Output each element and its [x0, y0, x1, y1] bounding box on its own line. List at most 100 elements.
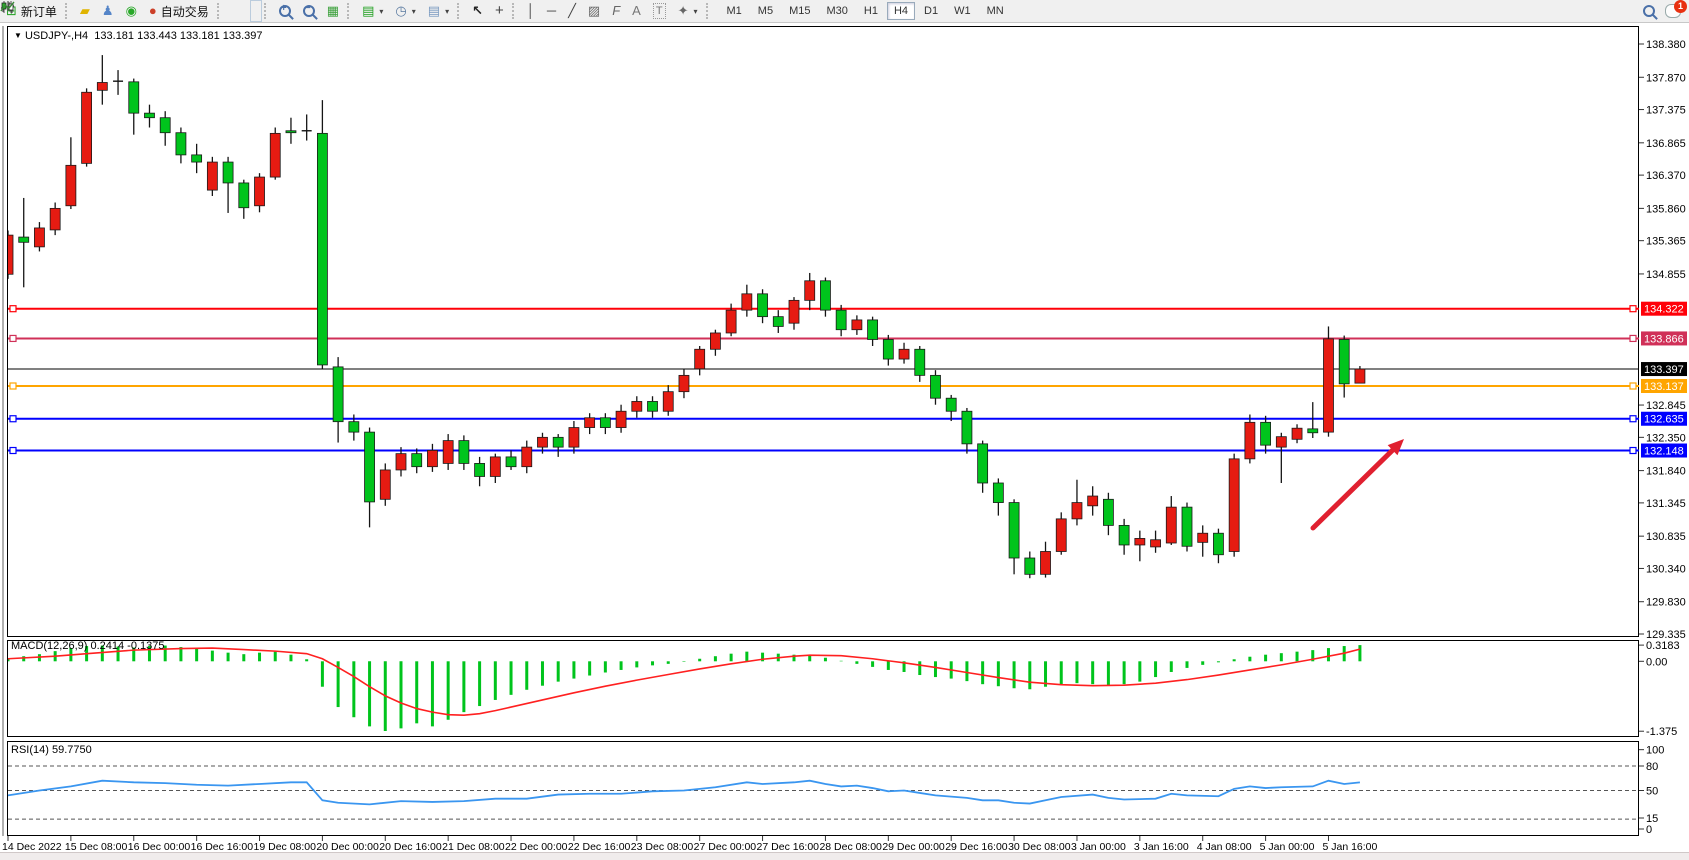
- chart-title: ▼ USDJPY-,H4 133.181 133.443 133.181 133…: [14, 30, 263, 42]
- candle-body-up: [522, 447, 532, 467]
- price-axis-label: 138.380: [1646, 39, 1686, 51]
- rsi-axis-label: 80: [1646, 761, 1658, 773]
- candle-body-down: [962, 411, 972, 444]
- price-axis-label: 137.375: [1646, 105, 1686, 117]
- highlight-button[interactable]: ▰: [74, 0, 96, 22]
- price-axis-label: 132.350: [1646, 432, 1686, 444]
- timeframe-button-M1[interactable]: M1: [720, 2, 749, 20]
- hline-handle[interactable]: [1630, 306, 1636, 312]
- new-chart-button[interactable]: ▤ ▾: [356, 0, 389, 22]
- zoom-in-button[interactable]: [273, 0, 297, 22]
- hline-handle[interactable]: [1630, 383, 1636, 389]
- line-chart-button[interactable]: [250, 0, 262, 22]
- timeframe-button-W1[interactable]: W1: [947, 2, 978, 20]
- hline-handle[interactable]: [10, 306, 16, 312]
- zoom-in-icon: [279, 5, 291, 17]
- text-label-icon: T: [653, 3, 666, 19]
- candle-body-down: [600, 418, 610, 428]
- toolbar: ⊞ 新订单 ▰ ♟ ◉ ● 自动交易 ▦: [0, 0, 1689, 23]
- price-axis-label: 130.835: [1646, 531, 1686, 543]
- crosshair-icon: +: [495, 4, 504, 18]
- hline-handle[interactable]: [1630, 448, 1636, 454]
- hline-handle[interactable]: [10, 448, 16, 454]
- hline-handle[interactable]: [1630, 335, 1636, 341]
- candle-body-down: [1261, 422, 1271, 445]
- timeframe-button-M30[interactable]: M30: [819, 2, 854, 20]
- hline-handle[interactable]: [10, 383, 16, 389]
- channel-tool-button[interactable]: ▨: [582, 0, 606, 22]
- candle-body-down: [1308, 429, 1318, 433]
- candle-body-up: [3, 235, 13, 274]
- vline-tool-button[interactable]: │: [521, 0, 541, 22]
- vertical-line-icon: │: [527, 4, 535, 18]
- candle-body-down: [1182, 507, 1192, 546]
- dropdown-icon: ▾: [379, 7, 383, 16]
- candle-body-down: [286, 131, 296, 133]
- hline-tool-button[interactable]: ─: [541, 0, 562, 22]
- candle-body-up: [255, 177, 265, 206]
- text-icon: A: [632, 4, 641, 18]
- candle-body-up: [50, 208, 60, 230]
- autotrade-button[interactable]: ● 自动交易: [143, 0, 215, 22]
- candle-body-up: [34, 228, 44, 247]
- price-tag-value: 132.635: [1644, 414, 1684, 426]
- candle-body-up: [1229, 459, 1239, 552]
- trendline-tool-button[interactable]: ╱: [562, 0, 582, 22]
- price-axis-label: 130.340: [1646, 563, 1686, 575]
- timeframe-button-M15[interactable]: M15: [782, 2, 817, 20]
- autotrade-icon: ●: [149, 4, 157, 18]
- candle-body-up: [1292, 428, 1302, 439]
- timeframe-toolbar: M1M5M15M30H1H4D1W1MN: [719, 2, 1012, 20]
- chart-dropdown-icon[interactable]: ▼: [14, 31, 22, 40]
- candle-body-down: [144, 113, 154, 118]
- zoom-out-button[interactable]: [297, 0, 321, 22]
- candle-body-up: [663, 392, 673, 412]
- price-axis-label: 136.370: [1646, 170, 1686, 182]
- period-button[interactable]: ◷ ▾: [389, 0, 421, 22]
- text-label-tool-button[interactable]: T: [647, 0, 672, 22]
- candle-chart-button[interactable]: [238, 0, 250, 22]
- candle-body-up: [1041, 551, 1051, 574]
- hline-handle[interactable]: [10, 335, 16, 341]
- timeframe-button-H4[interactable]: H4: [887, 2, 915, 20]
- hline-handle[interactable]: [10, 416, 16, 422]
- hline-handle[interactable]: [1630, 416, 1636, 422]
- candle-body-down: [176, 133, 186, 155]
- price-axis-label: 135.860: [1646, 203, 1686, 215]
- separator: [457, 3, 464, 19]
- separator: [512, 3, 519, 19]
- notification-icon[interactable]: 1: [1665, 4, 1681, 18]
- timeframe-button-D1[interactable]: D1: [917, 2, 945, 20]
- text-tool-button[interactable]: A: [626, 0, 647, 22]
- bar-chart-button[interactable]: [226, 0, 238, 22]
- panel-frame: [8, 27, 1639, 637]
- candle-body-up: [1166, 507, 1176, 543]
- candle-body-up: [82, 92, 92, 163]
- candle-body-down: [129, 82, 139, 113]
- market-watch-button[interactable]: ♟: [96, 0, 120, 22]
- panel-frame: [8, 742, 1639, 836]
- candle-body-up: [899, 349, 909, 359]
- search-icon[interactable]: [1643, 5, 1655, 17]
- cursor-button[interactable]: ↖: [466, 0, 489, 22]
- signals-button[interactable]: ◉: [120, 0, 143, 22]
- arrows-tool-button[interactable]: ✦ ▾: [672, 0, 704, 22]
- crosshair-button[interactable]: +: [489, 0, 510, 22]
- template-button[interactable]: ▤ ▾: [422, 0, 455, 22]
- timeframe-button-H1[interactable]: H1: [857, 2, 885, 20]
- timeframe-button-MN[interactable]: MN: [980, 2, 1011, 20]
- candle-body-up: [805, 281, 815, 301]
- trendline-icon: ╱: [568, 4, 576, 18]
- candle-body-down: [459, 441, 469, 464]
- separator: [65, 3, 72, 19]
- tile-windows-button[interactable]: ▦: [321, 0, 345, 22]
- fibonacci-tool-button[interactable]: F: [606, 0, 626, 22]
- candle-body-up: [1198, 533, 1208, 542]
- candle-body-down: [239, 183, 249, 208]
- status-bar: [0, 852, 1689, 860]
- rsi-indicator-label: RSI(14) 59.7750: [11, 744, 92, 756]
- price-tag-value: 133.866: [1644, 333, 1684, 345]
- timeframe-button-M5[interactable]: M5: [751, 2, 780, 20]
- chart-canvas: 134.322133.866133.397133.137132.635132.1…: [0, 0, 1689, 860]
- candle-body-down: [820, 281, 830, 310]
